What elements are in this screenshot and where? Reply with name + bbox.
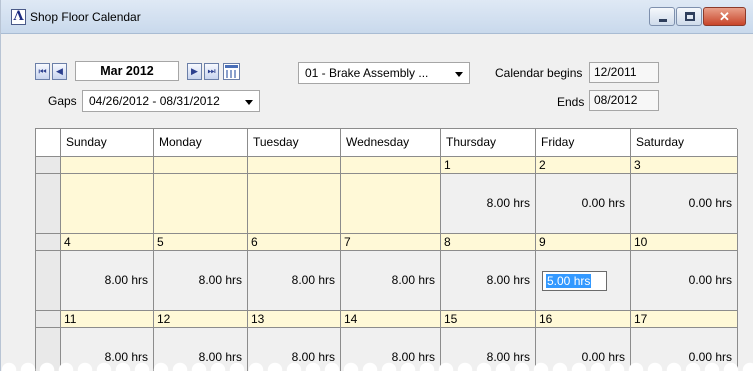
date-cell: 14 (341, 311, 441, 328)
ends-field: 08/2012 (589, 90, 659, 111)
date-cell (61, 157, 154, 174)
day-header-sunday: Sunday (61, 129, 154, 157)
chevron-down-icon (245, 100, 253, 105)
hours-value: 0.00 hrs (688, 273, 732, 287)
hours-value: 8.00 hrs (391, 273, 435, 287)
skip-last-icon: ⏭ (207, 65, 216, 76)
date-cell: 15 (441, 311, 536, 328)
date-cell: 9 (536, 234, 631, 251)
close-icon: ✕ (719, 9, 730, 24)
day-header-thursday: Thursday (441, 129, 536, 157)
day-header-wednesday: Wednesday (341, 129, 441, 157)
date-cell: 2 (536, 157, 631, 174)
next-month-button[interactable]: ▶ (187, 62, 202, 80)
hours-value: 0.00 hrs (581, 196, 625, 210)
hours-cell-editing[interactable]: 5.00 hrs (536, 251, 631, 311)
row-selector[interactable] (36, 311, 61, 328)
minimize-button[interactable] (649, 7, 675, 26)
hours-cell[interactable]: 8.00 hrs (248, 251, 341, 311)
hours-cell[interactable]: 0.00 hrs (631, 174, 738, 234)
row-selector[interactable] (36, 234, 61, 251)
hours-cell[interactable]: 0.00 hrs (631, 251, 738, 311)
date-cell: 13 (248, 311, 341, 328)
month-navigator: ⏮ ◀ Mar 2012 ▶ ⏭ (35, 60, 240, 82)
hours-cell[interactable] (154, 174, 248, 234)
hours-cell[interactable] (341, 174, 441, 234)
hours-value: 8.00 hrs (486, 273, 530, 287)
chevron-down-icon (455, 72, 463, 77)
header-corner (36, 129, 61, 157)
hours-cell[interactable]: 0.00 hrs (536, 174, 631, 234)
hours-cell[interactable]: 8.00 hrs (441, 174, 536, 234)
hours-cell[interactable] (61, 174, 154, 234)
window-controls: ✕ (649, 7, 747, 27)
arrow-left-icon: ◀ (56, 65, 63, 76)
gaps-label: Gaps (48, 94, 77, 108)
current-month: Mar 2012 (75, 61, 179, 81)
date-cell: 10 (631, 234, 738, 251)
previous-month-button[interactable]: ◀ (52, 62, 67, 80)
calendar-begins-label: Calendar begins (495, 66, 583, 80)
day-header-tuesday: Tuesday (248, 129, 341, 157)
torn-edge (1, 358, 753, 371)
hours-value: 8.00 hrs (198, 273, 242, 287)
shop-floor-calendar-window: Λ Shop Floor Calendar ✕ ⏮ ◀ Mar 2012 ▶ ⏭… (0, 0, 753, 371)
hours-edit-input[interactable]: 5.00 hrs (542, 270, 607, 291)
first-month-button[interactable]: ⏮ (35, 62, 50, 80)
gaps-dropdown[interactable]: 04/26/2012 - 08/31/2012 (82, 90, 260, 112)
hours-cell[interactable]: 8.00 hrs (154, 251, 248, 311)
app-logo-icon: Λ (11, 9, 26, 25)
minimize-icon (659, 19, 667, 22)
close-button[interactable]: ✕ (703, 7, 746, 26)
hours-cell[interactable]: 8.00 hrs (441, 251, 536, 311)
date-cell: 3 (631, 157, 738, 174)
row-selector[interactable] (36, 251, 61, 311)
hours-value: 0.00 hrs (688, 196, 732, 210)
gaps-value: 04/26/2012 - 08/31/2012 (89, 94, 220, 108)
date-cell: 16 (536, 311, 631, 328)
date-cell: 8 (441, 234, 536, 251)
date-cell: 4 (61, 234, 154, 251)
last-month-button[interactable]: ⏭ (204, 62, 219, 80)
day-header-friday: Friday (536, 129, 631, 157)
department-dropdown[interactable]: 01 - Brake Assembly ... (298, 62, 470, 84)
hours-value: 8.00 hrs (486, 196, 530, 210)
date-cell: 11 (61, 311, 154, 328)
department-value: 01 - Brake Assembly ... (305, 66, 429, 80)
calendar-icon[interactable] (223, 62, 240, 80)
row-selector[interactable] (36, 174, 61, 234)
hours-cell[interactable] (248, 174, 341, 234)
date-cell: 5 (154, 234, 248, 251)
date-cell: 1 (441, 157, 536, 174)
hours-cell[interactable]: 8.00 hrs (61, 251, 154, 311)
date-cell: 6 (248, 234, 341, 251)
hours-cell[interactable]: 8.00 hrs (341, 251, 441, 311)
ends-label: Ends (557, 95, 585, 109)
hours-value: 8.00 hrs (291, 273, 335, 287)
arrow-right-icon: ▶ (191, 65, 198, 76)
row-selector[interactable] (36, 157, 61, 174)
title-bar[interactable]: Λ Shop Floor Calendar ✕ (1, 0, 753, 34)
hours-value: 8.00 hrs (104, 273, 148, 287)
window-title: Shop Floor Calendar (30, 10, 141, 24)
maximize-button[interactable] (676, 7, 702, 26)
date-cell (154, 157, 248, 174)
maximize-icon (685, 12, 695, 21)
date-cell (341, 157, 441, 174)
date-cell: 7 (341, 234, 441, 251)
day-header-monday: Monday (154, 129, 248, 157)
date-cell (248, 157, 341, 174)
calendar-begins-field: 12/2011 (589, 62, 659, 83)
hours-edit-value: 5.00 hrs (546, 273, 592, 288)
skip-first-icon: ⏮ (38, 65, 47, 76)
day-header-saturday: Saturday (631, 129, 738, 157)
date-cell: 17 (631, 311, 738, 328)
calendar-grid: Sunday Monday Tuesday Wednesday Thursday Frid… (35, 128, 738, 371)
date-cell: 12 (154, 311, 248, 328)
